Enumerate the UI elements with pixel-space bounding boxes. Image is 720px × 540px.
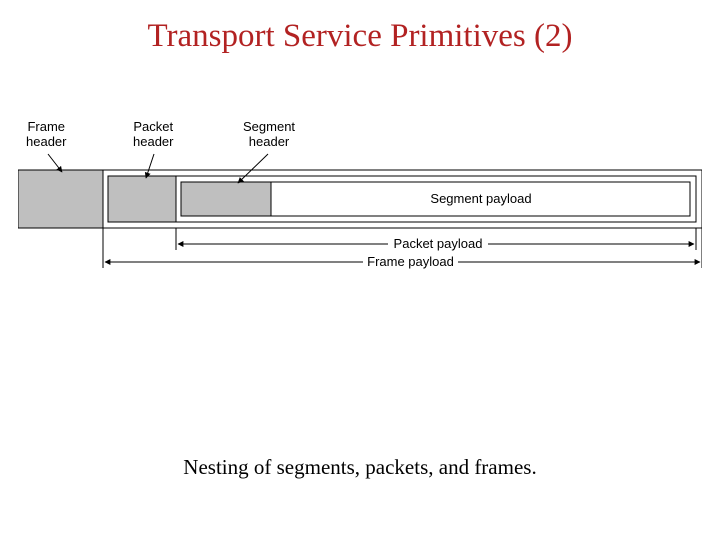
frame-payload-label: Frame payload: [363, 254, 458, 269]
slide-caption: Nesting of segments, packets, and frames…: [0, 455, 720, 480]
frame-header-arrow: [48, 154, 62, 172]
slide-title: Transport Service Primitives (2): [0, 18, 720, 55]
nesting-diagram: Frame header Packet header Segment heade…: [18, 120, 702, 320]
frame-header-rect: [18, 170, 103, 228]
segment-header-rect: [181, 182, 271, 216]
packet-header-rect: [108, 176, 176, 222]
segment-payload-label: Segment payload: [276, 191, 686, 206]
packet-payload-label: Packet payload: [388, 236, 488, 251]
diagram-svg: [18, 120, 702, 320]
